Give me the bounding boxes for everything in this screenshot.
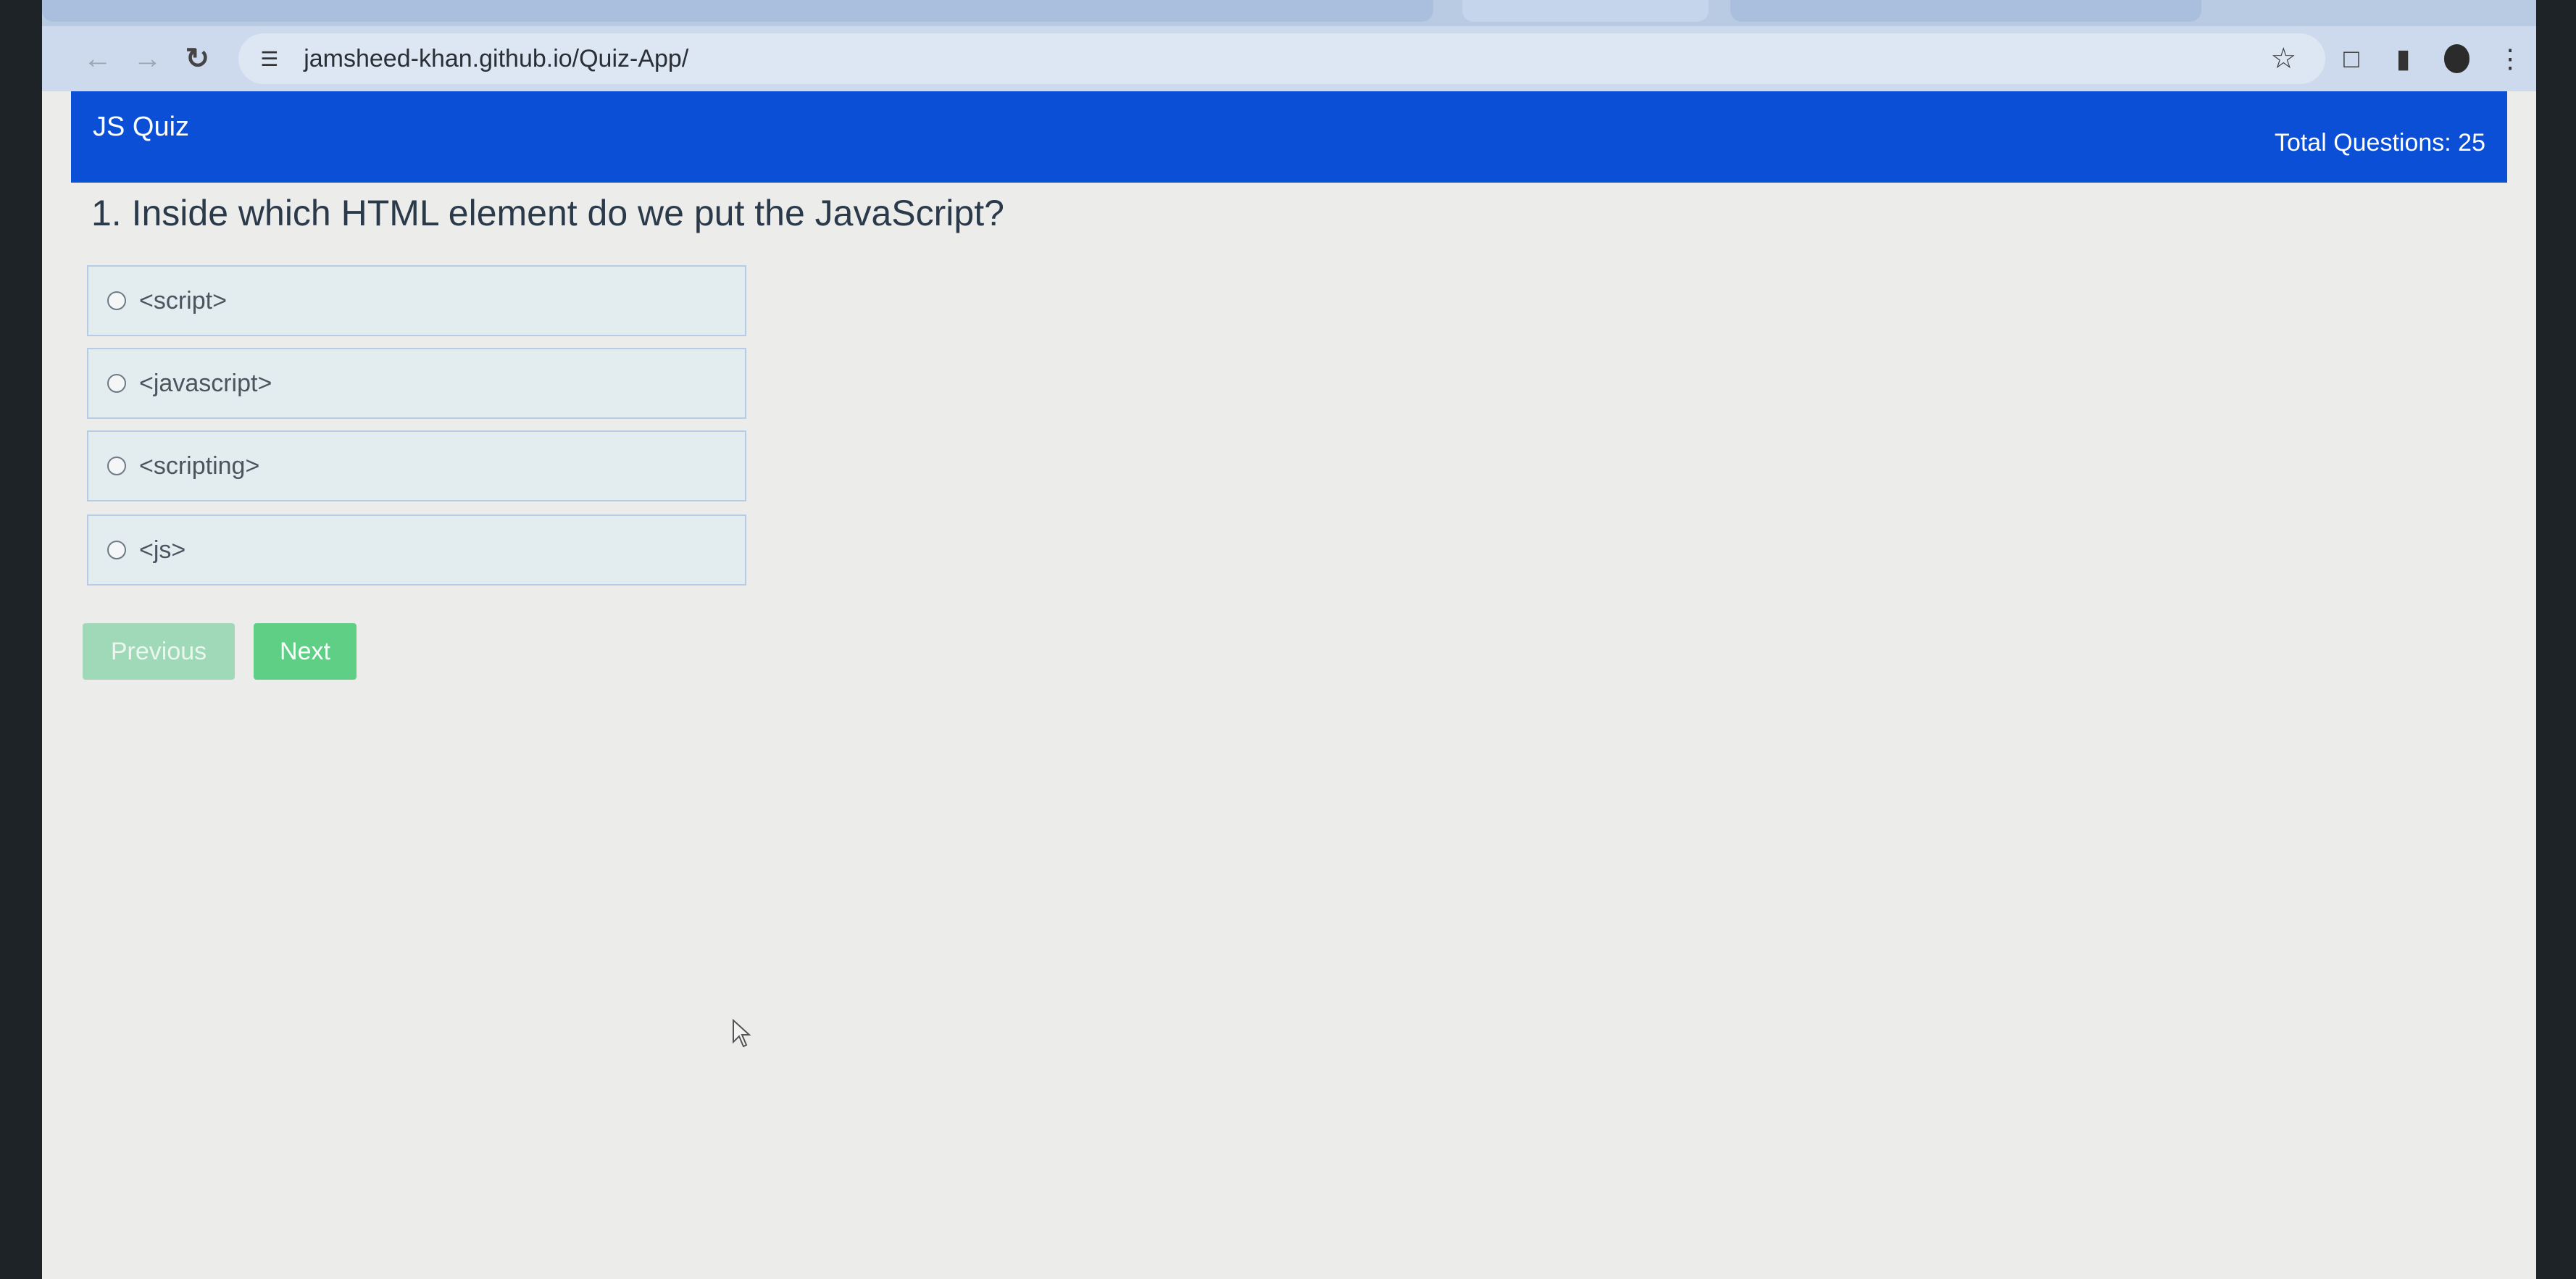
extensions-icon[interactable]: □ [2325,37,2377,80]
next-button[interactable]: Next [254,623,357,680]
tab-strip [42,0,2536,26]
option-label: <javascript> [139,369,272,397]
tab[interactable] [42,0,1433,22]
address-bar[interactable]: ☰ jamsheed-khan.github.io/Quiz-App/ ☆ [238,33,2326,84]
answer-option[interactable]: <scripting> [87,430,746,501]
radio-button[interactable] [107,374,126,393]
browser-window: ← → ↻ ☰ jamsheed-khan.github.io/Quiz-App… [42,0,2536,1279]
back-arrow-icon[interactable]: ← [78,37,117,80]
option-label: <js> [139,536,186,564]
answer-option[interactable]: <js> [87,514,746,586]
radio-button[interactable] [107,541,126,559]
question-text: 1. Inside which HTML element do we put t… [91,193,1004,233]
total-questions: Total Questions: 25 [2274,129,2485,157]
forward-arrow-icon[interactable]: → [128,37,167,80]
reload-icon[interactable]: ↻ [178,37,217,80]
option-label: <scripting> [139,451,260,480]
browser-toolbar: ← → ↻ ☰ jamsheed-khan.github.io/Quiz-App… [42,26,2536,91]
answer-option[interactable]: <javascript> [87,348,746,419]
site-settings-icon[interactable]: ☰ [260,47,289,71]
tab[interactable] [1462,0,1709,22]
side-panel-icon[interactable]: ▮ [2377,37,2430,80]
profile-avatar[interactable] [2443,44,2470,73]
tab[interactable] [1730,0,2201,22]
quiz-navbar: JS Quiz Total Questions: 25 [71,91,2507,183]
star-icon[interactable]: ☆ [2270,42,2296,75]
previous-button[interactable]: Previous [83,623,235,680]
menu-kebab-icon[interactable]: ⋮ [2484,37,2536,80]
radio-button[interactable] [107,457,126,475]
url-text[interactable]: jamsheed-khan.github.io/Quiz-App/ [304,45,688,73]
answer-option[interactable]: <script> [87,265,746,336]
radio-button[interactable] [107,291,126,310]
mouse-cursor-icon [733,1019,751,1048]
brand-title[interactable]: JS Quiz [93,112,189,143]
option-label: <script> [139,286,227,314]
